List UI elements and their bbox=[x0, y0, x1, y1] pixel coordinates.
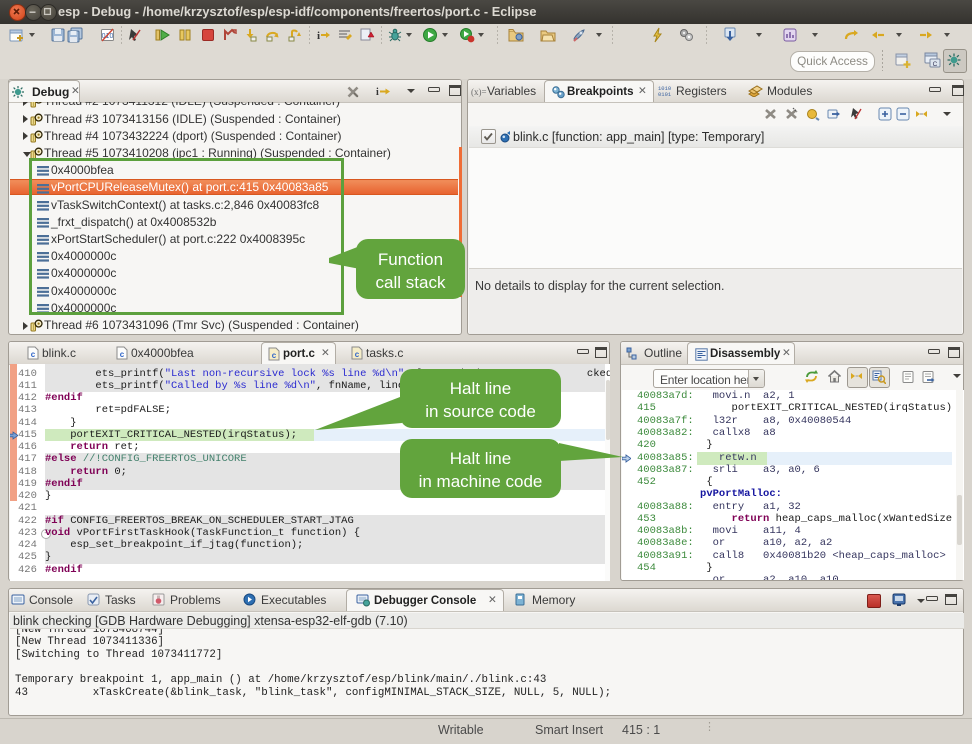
svg-text:C: C bbox=[933, 61, 938, 68]
svg-text:i: i bbox=[376, 87, 379, 98]
svg-text:0101: 0101 bbox=[658, 91, 672, 97]
svg-text:c: c bbox=[355, 351, 360, 360]
svg-text:c: c bbox=[272, 352, 277, 361]
svg-text:c: c bbox=[31, 351, 36, 360]
svg-text:c: c bbox=[120, 351, 125, 360]
svg-text:i: i bbox=[317, 30, 320, 42]
